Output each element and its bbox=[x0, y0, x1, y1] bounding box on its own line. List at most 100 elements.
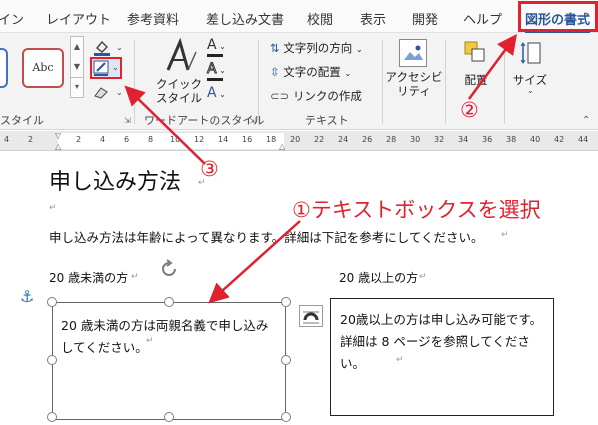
annotation-step2: ② bbox=[460, 98, 479, 122]
ruler-tick-label: 2 bbox=[28, 135, 34, 144]
body-paragraph[interactable]: 申し込み方法は年齢によって異なります。詳細は下記を参考にしてください。 bbox=[49, 227, 484, 246]
chevron-down-icon[interactable]: ▼ bbox=[71, 57, 83, 77]
arrange-dropdown-icon[interactable]: ⌄ bbox=[471, 86, 478, 95]
ruler-tick-label: 14 bbox=[218, 135, 229, 144]
chevron-up-icon[interactable]: ▲ bbox=[71, 37, 83, 57]
text-direction-label: 文字列の方向 bbox=[283, 41, 353, 55]
paragraph-mark: ↵ bbox=[131, 272, 139, 282]
arrange-button[interactable] bbox=[462, 39, 488, 65]
paragraph-mark: ↵ bbox=[501, 230, 509, 240]
label-over-20[interactable]: 20 歳以上の方 bbox=[339, 269, 418, 286]
text-fill-color-bar bbox=[207, 54, 223, 57]
text-effects-button[interactable]: A ⌄ bbox=[207, 85, 237, 105]
rotate-icon bbox=[162, 259, 176, 276]
arrange-icon bbox=[464, 41, 485, 62]
textbox-under-20-text[interactable]: 20 歳未満の方は両親名義で申し込みしてください。 bbox=[61, 315, 277, 359]
group-label-text: テキスト bbox=[305, 114, 349, 127]
ruler-tick-label: 44 bbox=[578, 135, 589, 144]
ruler-tick-label: 4 bbox=[4, 135, 10, 144]
shape-style-preset-2[interactable]: Abc bbox=[22, 48, 64, 88]
resize-handle-right[interactable] bbox=[281, 355, 291, 365]
ruler-tick-label: 10 bbox=[170, 135, 181, 144]
tab-review[interactable]: 校閲 bbox=[307, 9, 333, 28]
right-indent-marker[interactable]: △ bbox=[279, 142, 285, 151]
wordart-a-icon bbox=[166, 37, 197, 71]
ruler-tick-label: 12 bbox=[194, 135, 205, 144]
create-link-button[interactable]: ⊂⊃ リンクの作成 bbox=[270, 88, 362, 104]
paragraph-mark: ↵ bbox=[396, 355, 404, 365]
layout-options-button[interactable] bbox=[299, 305, 323, 327]
size-button[interactable] bbox=[519, 40, 543, 66]
dialog-launcher-icon[interactable]: ⇲ bbox=[124, 116, 131, 125]
anchor-icon[interactable]: ⚓ bbox=[20, 287, 34, 306]
layout-options-icon bbox=[303, 311, 319, 324]
tab-insert[interactable]: イン bbox=[0, 9, 24, 28]
resize-handle-top-left[interactable] bbox=[47, 297, 57, 307]
resize-handle-bottom-left[interactable] bbox=[47, 412, 57, 422]
left-indent-marker[interactable]: △ bbox=[55, 142, 61, 151]
text-fill-a-icon: A bbox=[207, 37, 217, 53]
collapse-ribbon-icon[interactable]: ⌃ bbox=[582, 115, 590, 126]
paragraph-mark: ↵ bbox=[146, 336, 154, 346]
svg-text:⌄: ⌄ bbox=[116, 43, 123, 52]
resize-handle-bottom-right[interactable] bbox=[281, 412, 291, 422]
wordart-dialog-launcher-icon[interactable]: ⇲ bbox=[249, 116, 256, 125]
ruler-tick-label: 22 bbox=[314, 135, 325, 144]
alt-text-button[interactable] bbox=[399, 39, 427, 67]
ruler-tick-label: 30 bbox=[410, 135, 421, 144]
size-dropdown-icon[interactable]: ⌄ bbox=[527, 86, 534, 95]
textbox-under-20[interactable]: 20 歳未満の方は両親名義で申し込みしてください。 bbox=[52, 302, 286, 420]
tab-developer[interactable]: 開発 bbox=[412, 9, 438, 28]
tab-help[interactable]: ヘルプ bbox=[463, 9, 502, 28]
rotate-handle[interactable] bbox=[158, 258, 180, 280]
shape-outline-button[interactable]: ⌄ bbox=[90, 57, 122, 79]
shape-format-tab-highlight bbox=[518, 1, 598, 32]
ruler-tick-label: 36 bbox=[482, 135, 493, 144]
tab-mailings[interactable]: 差し込み文書 bbox=[206, 9, 284, 28]
first-line-indent-marker[interactable]: ▽ bbox=[55, 131, 61, 140]
shape-effects-button[interactable]: ⌄ bbox=[92, 84, 128, 100]
ruler-tick-label: 38 bbox=[506, 135, 517, 144]
gallery-more-icon[interactable]: ▾ bbox=[71, 77, 83, 96]
text-align-button[interactable]: ⇳ 文字の配置 ⌄ bbox=[270, 64, 351, 80]
link-icon: ⊂⊃ bbox=[270, 89, 290, 103]
eraser-effects-icon: ⌄ bbox=[94, 87, 123, 99]
style-gallery-scroll[interactable]: ▲ ▼ ▾ bbox=[70, 36, 84, 98]
paint-bucket-icon: ⌄ bbox=[94, 40, 123, 56]
alt-text-image-icon bbox=[404, 45, 423, 60]
text-direction-button[interactable]: ⇅ 文字列の方向 ⌄ bbox=[270, 40, 363, 56]
textbox-over-20[interactable]: 20歳以上の方は申し込み可能です。詳細は 8 ページを参照してください。 bbox=[330, 298, 554, 416]
ruler-tick-label: 8 bbox=[148, 135, 154, 144]
shape-fill-button[interactable]: ⌄ bbox=[92, 38, 128, 56]
tab-references[interactable]: 参考資料 bbox=[127, 9, 179, 28]
ruler-tick-label: 20 bbox=[290, 135, 301, 144]
resize-handle-top[interactable] bbox=[164, 297, 174, 307]
align-text-icon: ⇳ bbox=[270, 65, 280, 79]
resize-handle-top-right[interactable] bbox=[281, 297, 291, 307]
tab-layout[interactable]: レイアウト bbox=[46, 9, 111, 28]
text-align-label: 文字の配置 bbox=[283, 65, 341, 79]
svg-text:⌄: ⌄ bbox=[112, 63, 119, 72]
paragraph-mark: ↵ bbox=[419, 272, 427, 282]
paragraph-mark: ↵ bbox=[49, 203, 57, 213]
text-effects-a-icon: A bbox=[207, 85, 217, 101]
text-direction-icon: ⇅ bbox=[270, 41, 280, 55]
quick-styles-label: クイック スタイル bbox=[156, 77, 202, 105]
group-label-wordart: ワードアートのスタイル bbox=[144, 114, 265, 127]
text-outline-color-bar bbox=[207, 78, 223, 81]
label-under-20[interactable]: 20 歳未満の方 bbox=[49, 269, 128, 286]
annotation-step3: ③ bbox=[200, 157, 219, 181]
ruler-tick-label: 2 bbox=[76, 135, 82, 144]
shape-style-preset-1[interactable] bbox=[0, 48, 8, 88]
accessibility-label: アクセシビ リティ bbox=[385, 70, 443, 98]
resize-handle-left[interactable] bbox=[47, 355, 57, 365]
pen-outline-icon: ⌄ bbox=[93, 60, 119, 76]
ruler-tick-label: 4 bbox=[100, 135, 106, 144]
textbox-over-20-text[interactable]: 20歳以上の方は申し込み可能です。詳細は 8 ページを参照してください。 bbox=[340, 309, 544, 375]
document-heading[interactable]: 申し込み方法 bbox=[49, 164, 181, 196]
quick-styles-button[interactable] bbox=[162, 37, 202, 74]
resize-handle-bottom[interactable] bbox=[164, 412, 174, 422]
svg-text:⌄: ⌄ bbox=[116, 88, 123, 97]
tab-view[interactable]: 表示 bbox=[360, 9, 386, 28]
ruler-tick-label: 28 bbox=[386, 135, 397, 144]
